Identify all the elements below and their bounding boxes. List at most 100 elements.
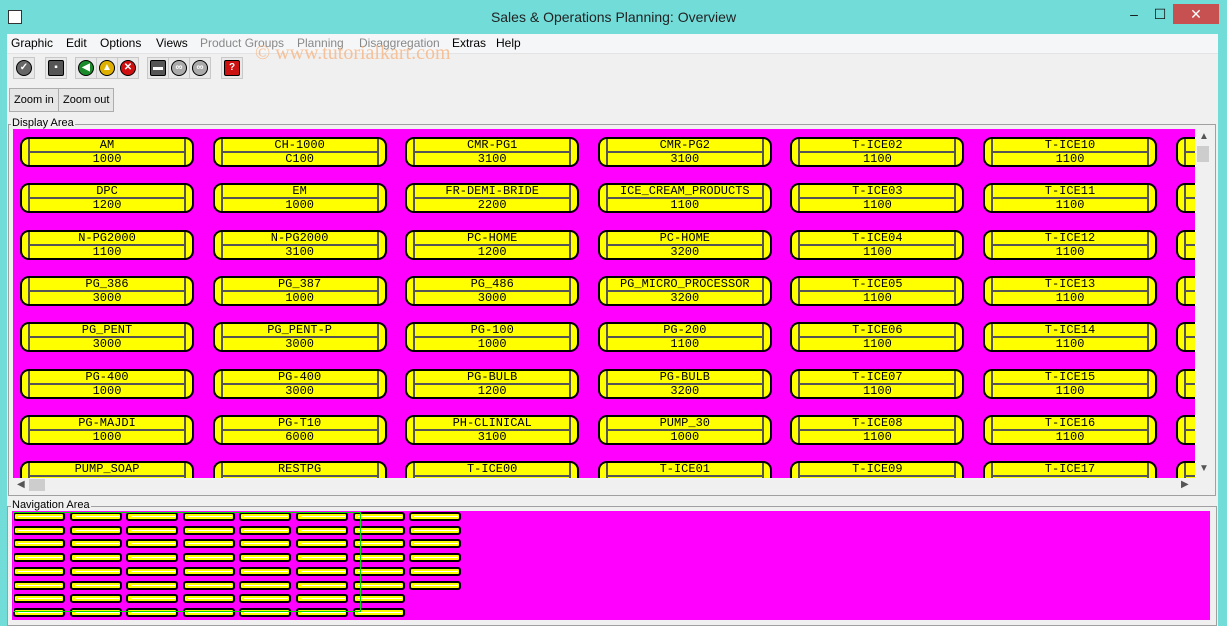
product-group-tile[interactable]: PUMP_30 1000 [597,414,772,445]
tile-body: PUMP_SOAP [28,463,186,478]
display-area[interactable]: AM 1000 DPC 1200 N-PG2000 1100 PG_386 3000 PG_PE… [13,129,1195,478]
maximize-button[interactable]: ☐ [1148,4,1172,24]
product-group-tile[interactable]: CMR-PG2 3100 [597,137,772,167]
tile-plant: 3100 [477,429,507,444]
tile-plant: 1100 [862,383,892,398]
vertical-scroll-thumb[interactable] [1197,146,1209,162]
save-button[interactable]: ▪ [45,57,67,79]
navigation-tile[interactable] [409,512,462,521]
product-group-tile[interactable]: CMR-PG1 3100 [405,137,580,167]
product-group-tile[interactable]: T-ICE02 1100 [790,137,965,167]
product-group-tile[interactable]: PG_386 3000 [20,275,194,306]
navigation-tile[interactable] [409,525,462,535]
product-group-tile[interactable]: T-ICE17 [983,461,1157,478]
product-group-tile[interactable]: PC-HOME 1200 [405,229,580,260]
product-group-tile[interactable]: DPC 1200 [20,183,194,214]
menu-views[interactable]: Views [156,36,188,50]
product-group-tile[interactable]: T-ICE13 1100 [983,275,1157,306]
tile-plant: 1100 [862,198,892,213]
product-group-tile[interactable]: PG_387 1000 [212,275,387,306]
product-group-tile[interactable]: T-ICE15 1100 [983,368,1157,399]
product-group-tile[interactable]: T-ICE10 1100 [983,137,1157,167]
product-group-tile[interactable]: EM 1000 [212,183,387,214]
tile-plant: 1200 [477,383,507,398]
product-group-tile[interactable] [1175,275,1195,306]
product-group-tile[interactable] [1175,183,1195,214]
back-button[interactable]: ◀ [75,57,97,79]
product-group-tile[interactable]: N-PG2000 3100 [212,229,387,260]
product-group-tile[interactable] [1175,229,1195,260]
navigation-tile[interactable] [409,566,462,576]
scroll-up-icon[interactable]: ▲ [1199,131,1209,142]
product-group-tile[interactable]: ICE_CREAM_PRODUCTS 1100 [597,183,772,214]
find-icon: ∞ [171,60,187,76]
minimize-button[interactable]: ‒ [1122,4,1146,24]
horizontal-scrollbar[interactable]: ◀ ▶ [13,478,1195,492]
product-group-tile[interactable]: AM 1000 [20,137,194,167]
product-group-tile[interactable]: N-PG2000 1100 [20,229,194,260]
product-group-tile[interactable]: RESTPG [212,461,387,478]
product-group-tile[interactable]: PC-HOME 3200 [597,229,772,260]
product-group-tile[interactable]: PUMP_SOAP [20,461,194,478]
product-group-tile[interactable]: T-ICE07 1100 [790,368,965,399]
navigation-viewport[interactable] [13,512,361,612]
find-next-button[interactable]: ∞ [189,57,211,79]
menu-edit[interactable]: Edit [66,36,87,50]
scroll-left-icon[interactable]: ◀ [17,479,25,490]
tile-plant: 6000 [285,429,314,444]
navigation-area[interactable] [12,511,1210,620]
navigation-tile[interactable] [409,580,462,590]
product-group-tile[interactable]: PG-400 1000 [20,368,194,399]
product-group-tile[interactable]: T-ICE09 [790,461,965,478]
product-group-tile[interactable]: CH-1000 C100 [212,137,387,167]
product-group-tile[interactable]: T-ICE00 [405,461,580,478]
scroll-right-icon[interactable]: ▶ [1181,479,1189,490]
product-group-tile[interactable] [1175,461,1195,478]
check-button[interactable]: ✓ [13,57,35,79]
product-group-tile[interactable]: T-ICE16 1100 [983,414,1157,445]
exit-button[interactable]: ▲ [96,57,118,79]
horizontal-scroll-thumb[interactable] [29,479,45,491]
menu-graphic[interactable]: Graphic [11,36,53,50]
close-button[interactable]: ✕ [1173,4,1219,24]
product-group-tile[interactable] [1175,414,1195,445]
zoom-out-button[interactable]: Zoom out [58,88,115,112]
print-button[interactable]: ▬ [147,57,169,79]
product-group-tile[interactable]: PG_MICRO_PROCESSOR 3200 [597,275,772,306]
menu-extras[interactable]: Extras [452,36,486,50]
help-button[interactable]: ? [221,57,243,79]
navigation-tile[interactable] [409,539,462,549]
menu-help[interactable]: Help [496,36,521,50]
product-group-tile[interactable]: PG-100 1000 [405,322,580,353]
product-group-tile[interactable]: PG-BULB 1200 [405,368,580,399]
product-group-tile[interactable]: T-ICE01 [597,461,772,478]
product-group-tile[interactable]: T-ICE08 1100 [790,414,965,445]
product-group-tile[interactable]: T-ICE14 1100 [983,322,1157,353]
product-group-tile[interactable] [1175,368,1195,399]
product-group-tile[interactable] [1175,137,1195,167]
product-group-tile[interactable]: FR-DEMI-BRIDE 2200 [405,183,580,214]
product-group-tile[interactable] [1175,322,1195,353]
product-group-tile[interactable]: T-ICE06 1100 [790,322,965,353]
product-group-tile[interactable]: PG-MAJDI 1000 [20,414,194,445]
product-group-tile[interactable]: PG-BULB 3200 [597,368,772,399]
product-group-tile[interactable]: PG_PENT-P 3000 [212,322,387,353]
product-group-tile[interactable]: PG-T10 6000 [212,414,387,445]
zoom-in-button[interactable]: Zoom in [9,88,59,112]
product-group-tile[interactable]: T-ICE05 1100 [790,275,965,306]
product-group-tile[interactable]: PG_PENT 3000 [20,322,194,353]
navigation-tile[interactable] [409,553,462,563]
product-group-tile[interactable]: PG-400 3000 [212,368,387,399]
product-group-tile[interactable]: T-ICE03 1100 [790,183,965,214]
product-group-tile[interactable]: PH-CLINICAL 3100 [405,414,580,445]
find-button[interactable]: ∞ [168,57,190,79]
product-group-tile[interactable]: PG-200 1100 [597,322,772,353]
product-group-tile[interactable]: T-ICE04 1100 [790,229,965,260]
cancel-button[interactable]: ✕ [117,57,139,79]
product-group-tile[interactable]: T-ICE11 1100 [983,183,1157,214]
menu-options[interactable]: Options [100,36,141,50]
vertical-scrollbar[interactable]: ▲ ▼ [1195,129,1211,478]
product-group-tile[interactable]: T-ICE12 1100 [983,229,1157,260]
scroll-down-icon[interactable]: ▼ [1199,463,1209,474]
product-group-tile[interactable]: PG_486 3000 [405,275,580,306]
